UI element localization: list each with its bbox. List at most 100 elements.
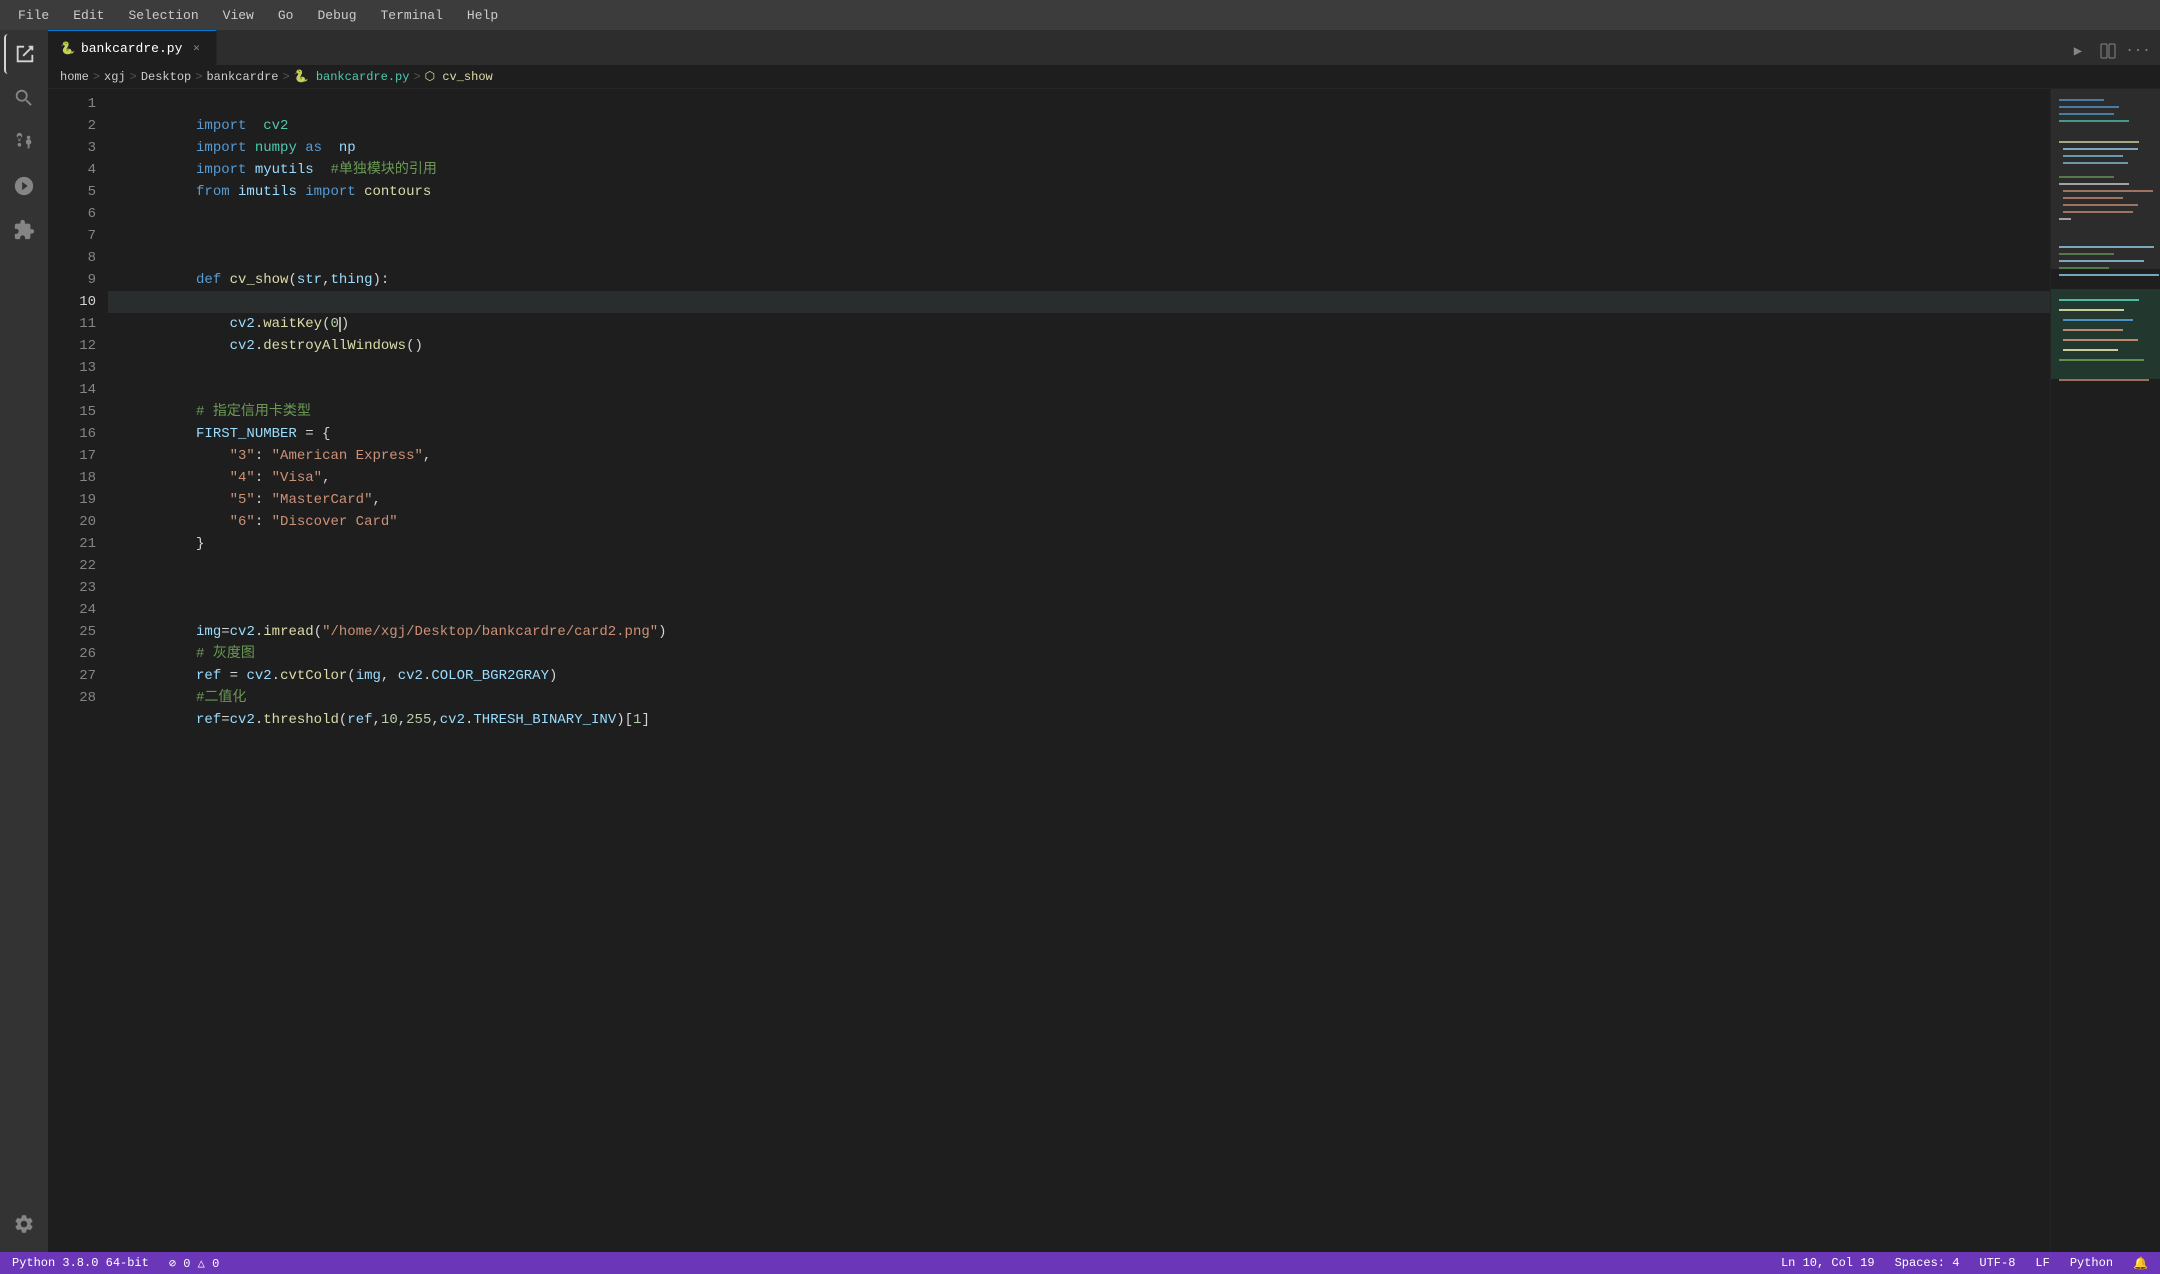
menu-selection[interactable]: Selection	[118, 6, 208, 25]
tab-bankcardre[interactable]: 🐍 bankcardre.py ✕	[48, 30, 217, 65]
menu-go[interactable]: Go	[268, 6, 304, 25]
tab-close-button[interactable]: ✕	[188, 40, 204, 56]
menu-terminal[interactable]: Terminal	[371, 6, 453, 25]
search-icon[interactable]	[4, 78, 44, 118]
code-line-3: import myutils #单独模块的引用	[108, 137, 2050, 159]
spaces-status[interactable]: Spaces: 4	[1891, 1256, 1964, 1270]
line-num-23: 23	[48, 577, 96, 599]
line-num-19: 19	[48, 489, 96, 511]
code-line-5	[108, 181, 2050, 203]
notifications-icon: 🔔	[2133, 1256, 2148, 1271]
breadcrumb-file[interactable]: 🐍 bankcardre.py	[294, 69, 410, 84]
breadcrumb: home > xgj > Desktop > bankcardre > 🐍 ba…	[48, 65, 2160, 89]
errors-status[interactable]: ⊘ 0 △ 0	[165, 1256, 223, 1271]
tabs-bar: 🐍 bankcardre.py ✕ ▶ ···	[48, 30, 2160, 65]
code-line-18: "5": "MasterCard",	[108, 467, 2050, 489]
code-line-15: FIRST_NUMBER = {	[108, 401, 2050, 423]
code-editor[interactable]: 1 2 3 4 5 6 7 8 9 10 11 12 13 14 15 16 1…	[48, 89, 2160, 1252]
line-num-22: 22	[48, 555, 96, 577]
extensions-icon[interactable]	[4, 210, 44, 250]
cursor-position-status[interactable]: Ln 10, Col 19	[1777, 1256, 1879, 1270]
tab-label: bankcardre.py	[81, 41, 182, 56]
line-num-26: 26	[48, 643, 96, 665]
more-actions-button[interactable]: ···	[2124, 37, 2152, 65]
source-control-icon[interactable]	[4, 122, 44, 162]
python-version-status[interactable]: Python 3.8.0 64-bit	[8, 1256, 153, 1270]
menu-debug[interactable]: Debug	[307, 6, 366, 25]
line-num-20: 20	[48, 511, 96, 533]
line-num-9: 9	[48, 269, 96, 291]
line-num-15: 15	[48, 401, 96, 423]
python-file-icon: 🐍	[60, 41, 75, 56]
line-num-4: 4	[48, 159, 96, 181]
line-num-13: 13	[48, 357, 96, 379]
line-num-17: 17	[48, 445, 96, 467]
menu-file[interactable]: File	[8, 6, 59, 25]
python-version-label: Python 3.8.0 64-bit	[12, 1256, 149, 1270]
line-num-11: 11	[48, 313, 96, 335]
menubar: File Edit Selection View Go Debug Termin…	[0, 0, 2160, 30]
code-line-10: cv2.waitKey(0)	[108, 291, 2050, 313]
code-line-22	[108, 555, 2050, 577]
breadcrumb-bankcardre[interactable]: bankcardre	[206, 70, 278, 84]
line-num-7: 7	[48, 225, 96, 247]
code-line-1: import cv2	[108, 93, 2050, 115]
code-line-28: ref=cv2.threshold(ref,10,255,cv2.THRESH_…	[108, 687, 2050, 709]
line-num-18: 18	[48, 467, 96, 489]
statusbar: Python 3.8.0 64-bit ⊘ 0 △ 0 Ln 10, Col 1…	[0, 1252, 2160, 1274]
menu-help[interactable]: Help	[457, 6, 508, 25]
code-line-14: # 指定信用卡类型	[108, 379, 2050, 401]
language-label: Python	[2070, 1256, 2113, 1270]
debug-run-icon[interactable]	[4, 166, 44, 206]
cursor-position-label: Ln 10, Col 19	[1781, 1256, 1875, 1270]
line-num-6: 6	[48, 203, 96, 225]
line-num-25: 25	[48, 621, 96, 643]
minimap-content	[2051, 89, 2160, 1252]
errors-label: ⊘ 0 △ 0	[169, 1256, 219, 1271]
code-line-16: "3": "American Express",	[108, 423, 2050, 445]
breadcrumb-desktop[interactable]: Desktop	[141, 70, 191, 84]
code-line-23	[108, 577, 2050, 599]
settings-icon[interactable]	[4, 1204, 44, 1244]
code-line-25: # 灰度图	[108, 621, 2050, 643]
code-line-20: }	[108, 511, 2050, 533]
line-num-3: 3	[48, 137, 96, 159]
notifications-status[interactable]: 🔔	[2129, 1256, 2152, 1271]
line-num-28: 28	[48, 687, 96, 709]
code-line-19: "6": "Discover Card"	[108, 489, 2050, 511]
breadcrumb-function[interactable]: ⬡ cv_show	[425, 69, 493, 84]
split-editor-button[interactable]	[2094, 37, 2122, 65]
spaces-label: Spaces: 4	[1895, 1256, 1960, 1270]
run-button[interactable]: ▶	[2064, 37, 2092, 65]
minimap[interactable]	[2050, 89, 2160, 1252]
breadcrumb-home[interactable]: home	[60, 70, 89, 84]
menu-view[interactable]: View	[213, 6, 264, 25]
line-ending-label: LF	[2035, 1256, 2049, 1270]
code-line-13	[108, 357, 2050, 379]
encoding-label: UTF-8	[1979, 1256, 2015, 1270]
encoding-status[interactable]: UTF-8	[1975, 1256, 2019, 1270]
code-content[interactable]: import cv2 import numpy as np import myu…	[108, 89, 2050, 1252]
breadcrumb-xgj[interactable]: xgj	[104, 70, 126, 84]
code-line-8: def cv_show(str,thing):	[108, 247, 2050, 269]
activity-bar	[0, 30, 48, 1252]
explorer-icon[interactable]	[4, 34, 44, 74]
code-line-6	[108, 203, 2050, 225]
line-num-8: 8	[48, 247, 96, 269]
code-line-21	[108, 533, 2050, 555]
line-num-21: 21	[48, 533, 96, 555]
statusbar-right: Ln 10, Col 19 Spaces: 4 UTF-8 LF Python …	[1777, 1256, 2152, 1271]
code-line-4: from imutils import contours	[108, 159, 2050, 181]
line-num-5: 5	[48, 181, 96, 203]
line-ending-status[interactable]: LF	[2031, 1256, 2053, 1270]
code-line-27: #二值化	[108, 665, 2050, 687]
code-line-7	[108, 225, 2050, 247]
line-num-1: 1	[48, 93, 96, 115]
code-line-11: cv2.destroyAllWindows()	[108, 313, 2050, 335]
code-line-17: "4": "Visa",	[108, 445, 2050, 467]
menu-edit[interactable]: Edit	[63, 6, 114, 25]
editor-area: 🐍 bankcardre.py ✕ ▶ ··· home > xgj > Des…	[48, 30, 2160, 1252]
language-status[interactable]: Python	[2066, 1256, 2117, 1270]
line-num-14: 14	[48, 379, 96, 401]
line-numbers: 1 2 3 4 5 6 7 8 9 10 11 12 13 14 15 16 1…	[48, 89, 108, 1252]
